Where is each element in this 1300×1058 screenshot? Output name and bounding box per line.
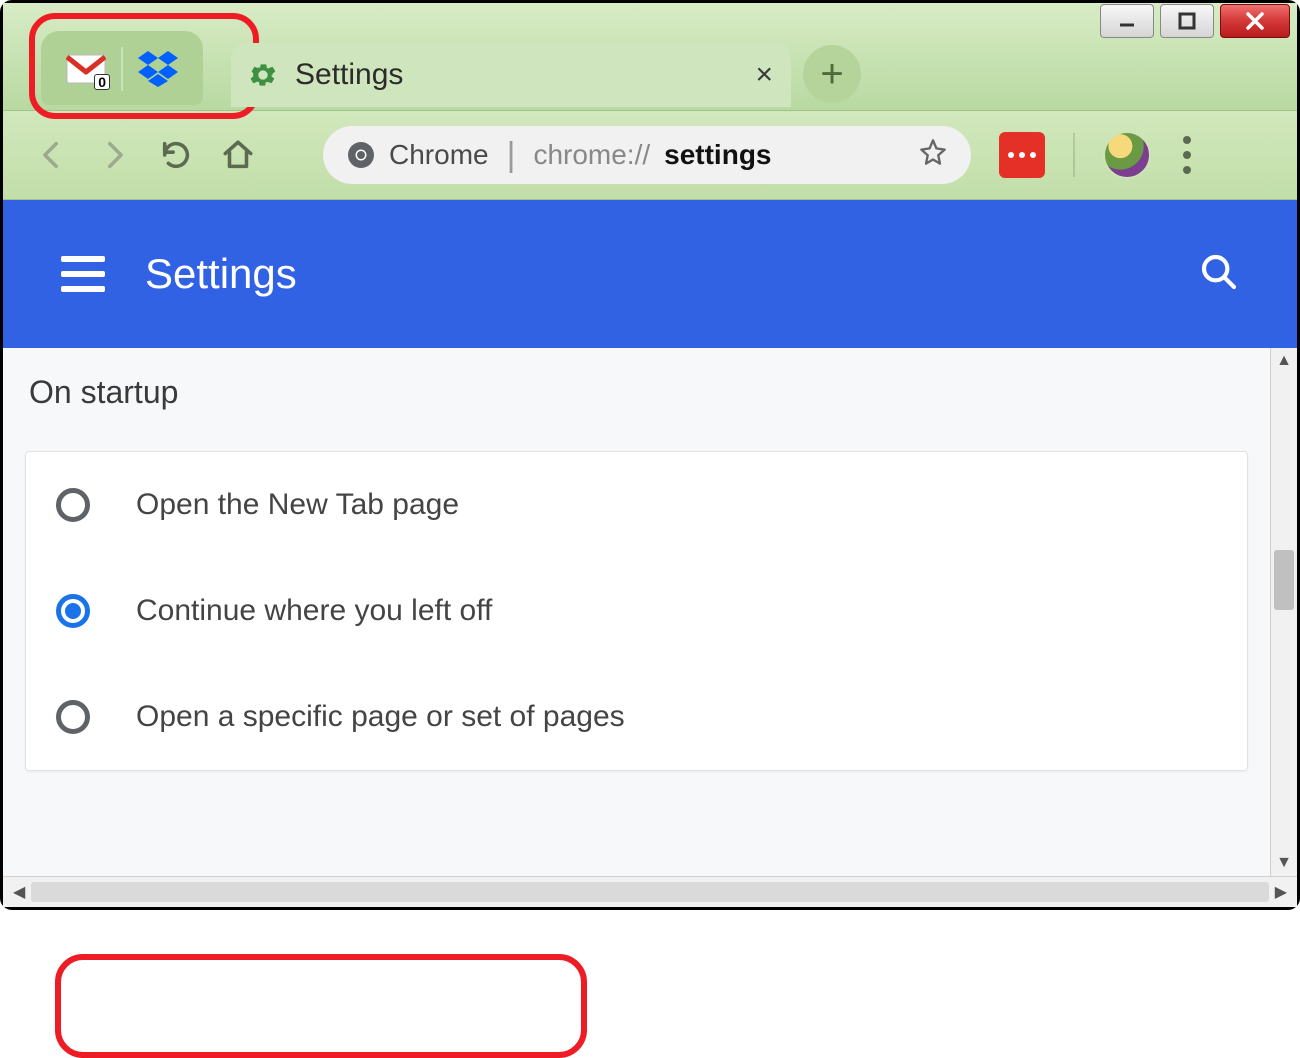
- annotation-highlight-selected-option: [55, 954, 587, 1058]
- tab-title: Settings: [295, 58, 403, 92]
- omnibox-url-prefix: chrome://: [533, 139, 650, 171]
- new-tab-button[interactable]: +: [803, 45, 861, 103]
- active-tab[interactable]: Settings ×: [231, 43, 791, 107]
- browser-toolbar: Chrome | chrome:// settings: [3, 111, 1297, 200]
- dropbox-icon: [138, 51, 178, 87]
- window-controls: [1100, 4, 1290, 38]
- radio-icon: [56, 488, 90, 522]
- radio-icon: [56, 594, 90, 628]
- settings-content: On startup Open the New Tab page Continu…: [3, 348, 1297, 876]
- radio-icon: [56, 700, 90, 734]
- profile-avatar[interactable]: [1103, 131, 1151, 179]
- back-button[interactable]: [35, 138, 69, 172]
- settings-header: Settings: [3, 200, 1297, 348]
- gmail-icon: 0: [66, 54, 106, 84]
- radio-option-new-tab[interactable]: Open the New Tab page: [26, 452, 1247, 558]
- startup-options-card: Open the New Tab page Continue where you…: [25, 451, 1248, 771]
- gmail-badge: 0: [94, 74, 110, 90]
- scroll-up-arrow-icon[interactable]: ▲: [1276, 352, 1292, 370]
- pinned-tab-gmail[interactable]: 0: [51, 43, 121, 95]
- scroll-track[interactable]: [1271, 370, 1297, 854]
- omnibox-product: Chrome: [389, 139, 489, 171]
- gear-icon: [249, 61, 277, 89]
- home-button[interactable]: [221, 138, 255, 172]
- pinned-tabs-group: 0: [41, 31, 203, 105]
- settings-title: Settings: [145, 250, 297, 298]
- toolbar-separator: [1073, 133, 1075, 177]
- radio-label: Open the New Tab page: [136, 488, 459, 522]
- tab-close-icon[interactable]: ×: [755, 58, 773, 92]
- scroll-left-arrow-icon[interactable]: ◀: [7, 882, 31, 902]
- chrome-menu-button[interactable]: [1183, 136, 1191, 174]
- radio-label: Continue where you left off: [136, 594, 492, 628]
- scroll-down-arrow-icon[interactable]: ▼: [1276, 854, 1292, 872]
- bookmark-star-icon[interactable]: [919, 138, 947, 173]
- forward-button[interactable]: [97, 138, 131, 172]
- section-title: On startup: [29, 374, 1270, 411]
- settings-search-button[interactable]: [1199, 252, 1239, 297]
- radio-option-specific-pages[interactable]: Open a specific page or set of pages: [26, 664, 1247, 770]
- vertical-scrollbar[interactable]: ▲ ▼: [1270, 348, 1297, 876]
- horizontal-scrollbar[interactable]: ◀ ▶: [3, 876, 1297, 907]
- maximize-button[interactable]: [1160, 4, 1214, 38]
- omnibox-url-path: settings: [664, 139, 771, 171]
- radio-option-continue[interactable]: Continue where you left off: [26, 558, 1247, 664]
- scroll-track[interactable]: [31, 882, 1268, 902]
- minimize-button[interactable]: [1100, 4, 1154, 38]
- close-button[interactable]: [1220, 4, 1290, 38]
- reload-button[interactable]: [159, 138, 193, 172]
- radio-label: Open a specific page or set of pages: [136, 700, 625, 734]
- scroll-thumb[interactable]: [1274, 550, 1294, 610]
- pinned-tab-dropbox[interactable]: [123, 43, 193, 95]
- plus-icon: +: [820, 52, 843, 97]
- scroll-right-arrow-icon[interactable]: ▶: [1269, 882, 1293, 902]
- chrome-logo-icon: [347, 141, 375, 169]
- extension-lastpass-button[interactable]: [999, 132, 1045, 178]
- settings-menu-button[interactable]: [61, 256, 105, 292]
- dots-icon: [1008, 152, 1036, 158]
- omnibox-separator: |: [507, 136, 516, 175]
- omnibox[interactable]: Chrome | chrome:// settings: [323, 126, 971, 184]
